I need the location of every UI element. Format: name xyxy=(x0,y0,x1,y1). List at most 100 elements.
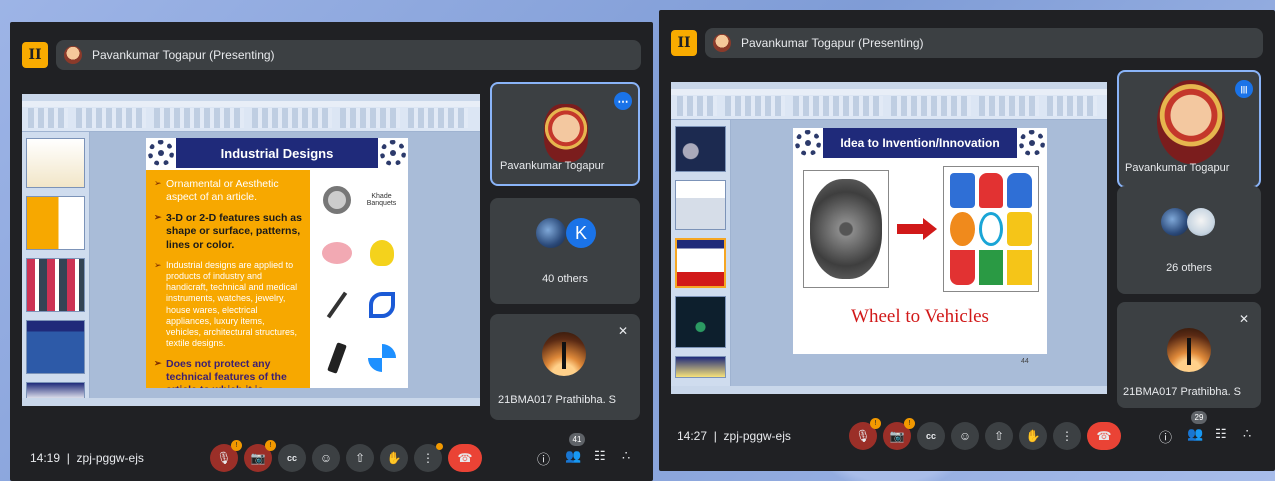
slide-thumbnail[interactable] xyxy=(26,138,85,188)
present-icon: ⇧ xyxy=(354,451,366,465)
others-count: 26 others xyxy=(1166,262,1212,274)
scissors-image xyxy=(361,281,402,330)
present-button[interactable]: ⇧ xyxy=(346,444,374,472)
emoji-icon: ☺ xyxy=(958,429,972,443)
meeting-info-icon[interactable]: ⓘ xyxy=(1159,427,1172,446)
camera-toggle-button[interactable]: 📷! xyxy=(244,440,276,472)
meeting-time-code: 14:19 | zpj-pggw-ejs xyxy=(30,451,144,465)
mic-toggle-button[interactable]: 🎙! xyxy=(210,440,242,472)
duck-toy-image xyxy=(361,229,402,278)
people-count-badge: 29 xyxy=(1191,411,1207,424)
participant-tile[interactable]: 26 others xyxy=(1117,186,1261,294)
participant-name: Pavankumar Togapur xyxy=(1125,162,1230,174)
participant-tile[interactable]: ||| Pavankumar Togapur xyxy=(1117,70,1261,188)
meet-window-right: II Pavankumar Togapur (Presenting) Idea … xyxy=(659,10,1275,471)
hangup-icon: ☎ xyxy=(457,451,473,465)
meeting-controls: 14:27 | zpj-pggw-ejs 🎙! 📷! cc ☺ ⇧ ✋ ⋮ ☎ … xyxy=(659,409,1275,459)
people-icon[interactable]: 👥 xyxy=(565,448,581,464)
avatar xyxy=(542,332,586,376)
camera-off-icon: 📷 xyxy=(889,429,905,443)
speaking-indicator-icon: ||| xyxy=(1235,80,1253,98)
avatar xyxy=(536,218,566,248)
emoji-button[interactable]: ☺ xyxy=(312,444,340,472)
presenting-pill[interactable]: Pavankumar Togapur (Presenting) xyxy=(705,28,1263,58)
activities-icon[interactable]: ∴ xyxy=(1243,426,1251,442)
others-count: 40 others xyxy=(542,273,588,285)
shared-screen: Idea to Invention/Innovation Wheel to Ve… xyxy=(671,82,1107,394)
captions-icon: cc xyxy=(925,431,936,441)
presenter-bar: II Pavankumar Togapur (Presenting) xyxy=(671,28,1263,58)
institute-logo-icon xyxy=(148,140,174,166)
slide-title: Industrial Designs xyxy=(176,138,378,168)
people-icon[interactable]: 👥 xyxy=(1187,426,1203,442)
meet-logo-icon: II xyxy=(22,42,48,68)
arrow-right-icon xyxy=(923,218,937,240)
slide-thumbnail[interactable] xyxy=(675,180,726,230)
slide-thumbnail[interactable] xyxy=(675,356,726,378)
stone-wheel-image xyxy=(803,170,889,288)
warning-badge: ! xyxy=(870,418,881,429)
slide-thumbnail[interactable] xyxy=(26,196,85,250)
meeting-controls: 14:19 | zpj-pggw-ejs 🎙! 📷! cc ☺ ⇧ ✋ ⋮ ☎ … xyxy=(10,431,653,481)
more-vertical-icon: ⋮ xyxy=(422,451,434,465)
hand-icon: ✋ xyxy=(386,451,402,465)
slide-thumbnail[interactable] xyxy=(675,296,726,348)
participant-name: 21BMA017 Prathibha. S xyxy=(498,394,617,406)
institute-logo-icon xyxy=(795,130,821,156)
more-options-icon[interactable]: ⋯ xyxy=(614,92,632,110)
activities-icon[interactable]: ∴ xyxy=(622,448,630,464)
presenter-avatar xyxy=(64,46,82,64)
meet-logo-icon: II xyxy=(671,30,697,56)
meet-window-left: II Pavankumar Togapur (Presenting) Indus… xyxy=(10,22,653,481)
participant-tile[interactable]: ✕ 21BMA017 Prathibha. S xyxy=(490,314,640,420)
participant-tile[interactable]: K 40 others xyxy=(490,198,640,304)
ppt-statusbar xyxy=(22,398,480,406)
presenter-label: Pavankumar Togapur (Presenting) xyxy=(741,36,924,50)
captions-button[interactable]: cc xyxy=(917,422,945,450)
notification-badge xyxy=(436,443,443,450)
bullet-item: Does not protect any technical features … xyxy=(154,358,302,388)
slide-thumbnail[interactable] xyxy=(26,320,85,374)
emoji-button[interactable]: ☺ xyxy=(951,422,979,450)
slide-thumbnail[interactable] xyxy=(675,238,726,288)
chat-icon[interactable]: ☷ xyxy=(594,448,606,464)
more-options-button[interactable]: ⋮ xyxy=(1053,422,1081,450)
captions-button[interactable]: cc xyxy=(278,444,306,472)
presenter-label: Pavankumar Togapur (Presenting) xyxy=(92,48,275,62)
slide-thumbnail[interactable] xyxy=(26,258,85,312)
bullet-item: Ornamental or Aesthetic aspect of an art… xyxy=(154,178,302,204)
bullet-item: 3-D or 2-D features such as shape or sur… xyxy=(154,212,302,251)
raise-hand-button[interactable]: ✋ xyxy=(1019,422,1047,450)
mic-off-icon: 🎙 xyxy=(855,429,871,443)
slide-number: 44 xyxy=(1021,358,1029,365)
avatar xyxy=(1187,208,1215,236)
warning-badge: ! xyxy=(265,440,276,451)
warning-badge: ! xyxy=(904,418,915,429)
more-options-button[interactable]: ⋮ xyxy=(414,443,443,472)
leave-call-button[interactable]: ☎ xyxy=(448,444,482,472)
present-button[interactable]: ⇧ xyxy=(985,422,1013,450)
slide-editor: Industrial Designs Ornamental or Aesthet… xyxy=(90,132,480,398)
participant-tile[interactable]: ⋯ Pavankumar Togapur xyxy=(490,82,640,186)
leave-call-button[interactable]: ☎ xyxy=(1087,422,1121,450)
slide-thumbnails[interactable] xyxy=(671,120,731,386)
presenting-pill[interactable]: Pavankumar Togapur (Presenting) xyxy=(56,40,641,70)
ppt-statusbar xyxy=(671,386,1107,394)
institute-logo-icon xyxy=(380,140,406,166)
fan-image xyxy=(361,334,402,383)
slide: Idea to Invention/Innovation Wheel to Ve… xyxy=(793,128,1047,354)
participant-tile[interactable]: ✕ 21BMA017 Prathibha. S xyxy=(1117,302,1261,408)
mic-toggle-button[interactable]: 🎙! xyxy=(849,418,881,450)
slide-footer: Wheel to Vehicles xyxy=(851,306,989,327)
hangup-icon: ☎ xyxy=(1096,429,1112,443)
meeting-time: 14:27 xyxy=(677,429,708,443)
camera-toggle-button[interactable]: 📷! xyxy=(883,418,915,450)
slide-thumbnails[interactable] xyxy=(22,132,90,402)
raise-hand-button[interactable]: ✋ xyxy=(380,444,408,472)
ppt-ribbon xyxy=(22,94,480,132)
participant-name: 21BMA017 Prathibha. S xyxy=(1123,386,1242,398)
pig-toy-image xyxy=(316,229,357,278)
meeting-info-icon[interactable]: ⓘ xyxy=(537,449,550,468)
slide-thumbnail[interactable] xyxy=(675,126,726,172)
chat-icon[interactable]: ☷ xyxy=(1215,426,1227,442)
